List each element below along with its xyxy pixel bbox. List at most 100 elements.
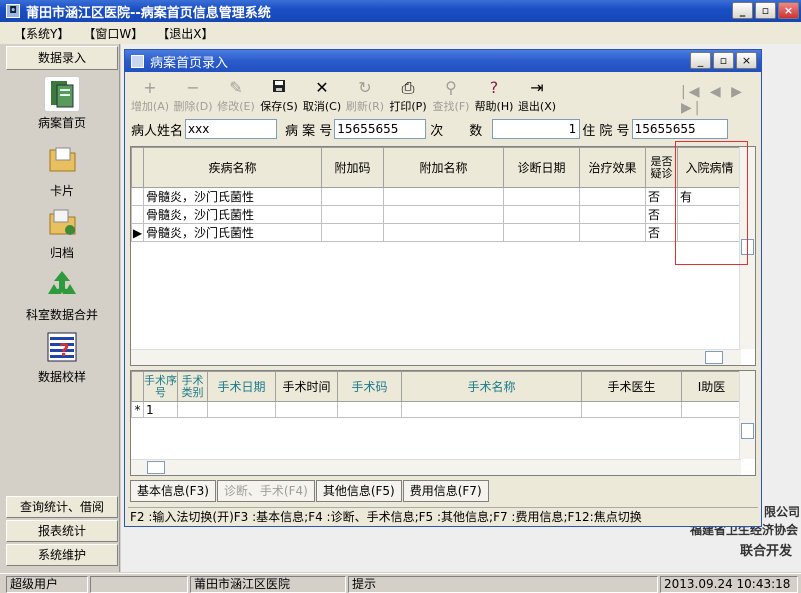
menu-exit[interactable]: 【退出X】 xyxy=(157,25,213,42)
diagnosis-horizontal-scrollbar[interactable] xyxy=(131,349,741,365)
print-button[interactable]: ⎙ 打印(P) xyxy=(387,78,429,114)
nav-label: 卡片 xyxy=(49,184,74,198)
cell-addon-name[interactable] xyxy=(383,223,504,242)
table-row[interactable]: 骨髓炎，沙门氏菌性 否 有 xyxy=(131,187,742,206)
refresh-button[interactable]: ↻ 刷新(R) xyxy=(344,78,386,114)
cell-seq[interactable]: 1 xyxy=(143,401,178,418)
system-maintenance-button[interactable]: 系统维护 xyxy=(6,544,118,566)
scroll-thumb[interactable] xyxy=(741,423,754,439)
child-maximize-button[interactable]: ▫ xyxy=(713,52,734,69)
cell-suspected[interactable]: 否 xyxy=(645,187,678,206)
cell-type[interactable] xyxy=(177,401,208,418)
scroll-thumb[interactable] xyxy=(147,461,165,474)
cell-surgeon[interactable] xyxy=(581,401,682,418)
cell-disease[interactable]: 骨髓炎，沙门氏菌性 xyxy=(143,187,322,206)
col-addon-name[interactable]: 附加名称 xyxy=(383,147,504,188)
table-row[interactable]: ▶ 骨髓炎，沙门氏菌性 否 xyxy=(131,223,742,242)
tab-fee-info[interactable]: 费用信息(F7) xyxy=(402,480,489,502)
hospital-no-input[interactable]: 15655655 xyxy=(631,119,728,139)
nav-item-data-check[interactable]: ? 数据校样 xyxy=(4,330,120,385)
col-assistant-1[interactable]: I助医 xyxy=(681,371,742,402)
record-entry-window: 病案首页录入 _ ▫ × + 增加(A) − 删除(D) ✎ 修改(E) 保存(S) … xyxy=(124,49,762,527)
edit-button[interactable]: ✎ 修改(E) xyxy=(215,78,257,114)
menu-system[interactable]: 【系统Y】 xyxy=(14,25,69,42)
nav-item-merge[interactable]: 科室数据合并 xyxy=(4,268,120,323)
tab-basic-info[interactable]: 基本信息(F3) xyxy=(130,480,216,502)
child-minimize-button[interactable]: _ xyxy=(690,52,711,69)
binoculars-icon: ⚲ xyxy=(445,78,457,97)
card-folder-icon xyxy=(44,144,80,180)
delete-button[interactable]: − 删除(D) xyxy=(172,78,214,114)
cell-assistant[interactable] xyxy=(681,401,742,418)
col-surgery-name[interactable]: 手术名称 xyxy=(401,371,582,402)
floppy-icon xyxy=(258,78,300,98)
col-surgery-code[interactable]: 手术码 xyxy=(337,371,402,402)
cell-addon-code[interactable] xyxy=(321,187,384,206)
col-addon-code[interactable]: 附加码 xyxy=(321,147,384,188)
cell-addon-name[interactable] xyxy=(383,187,504,206)
col-surgery-date[interactable]: 手术日期 xyxy=(207,371,276,402)
col-suspected[interactable]: 是否疑诊 xyxy=(645,147,678,188)
child-close-button[interactable]: × xyxy=(736,52,757,69)
close-button[interactable]: × xyxy=(778,2,799,19)
cell-suspected[interactable]: 否 xyxy=(645,205,678,224)
nav-item-archive[interactable]: 归档 xyxy=(4,206,120,261)
menu-window[interactable]: 【窗口W】 xyxy=(83,25,143,42)
nav-item-card[interactable]: 卡片 xyxy=(4,144,120,199)
cell-addon-code[interactable] xyxy=(321,205,384,224)
cell-date[interactable] xyxy=(207,401,276,418)
cell-effect[interactable] xyxy=(579,205,646,224)
cancel-label: 取消(C) xyxy=(302,100,342,113)
cell-addon-name[interactable] xyxy=(383,205,504,224)
col-surgery-type[interactable]: 手术类别 xyxy=(177,371,208,402)
minimize-button[interactable]: _ xyxy=(732,2,753,19)
app-titlebar: ◘ 莆田市涵江区医院--病案首页信息管理系统 _ ▫ × xyxy=(0,0,801,22)
cell-diag-date[interactable] xyxy=(503,223,580,242)
cell-disease[interactable]: 骨髓炎，沙门氏菌性 xyxy=(143,223,322,242)
cancel-button[interactable]: ✕ 取消(C) xyxy=(301,78,343,114)
query-stats-button[interactable]: 查询统计、借阅 xyxy=(6,496,118,518)
exit-button[interactable]: ⇥ 退出(X) xyxy=(516,78,558,114)
cell-code[interactable] xyxy=(337,401,402,418)
cell-suspected[interactable]: 否 xyxy=(645,223,678,242)
table-row[interactable]: 骨髓炎，沙门氏菌性 否 xyxy=(131,205,742,224)
find-button[interactable]: ⚲ 查找(F) xyxy=(430,78,472,114)
bottom-tabs: 基本信息(F3) 诊断、手术(F4) 其他信息(F5) 费用信息(F7) xyxy=(130,480,490,502)
report-stats-button[interactable]: 报表统计 xyxy=(6,520,118,542)
help-button[interactable]: ? 帮助(H) xyxy=(473,78,515,114)
printer-icon: ⎙ xyxy=(401,78,415,97)
status-hospital: 莆田市涵江区医院 xyxy=(190,576,346,593)
cell-diag-date[interactable] xyxy=(503,205,580,224)
col-surgery-seq[interactable]: 手术序号 xyxy=(143,371,178,402)
surgery-horizontal-scrollbar[interactable] xyxy=(131,459,741,475)
times-input[interactable]: 1 xyxy=(492,119,581,139)
left-panel-header[interactable]: 数据录入 xyxy=(6,46,118,70)
add-button[interactable]: + 增加(A) xyxy=(129,78,171,114)
cell-name[interactable] xyxy=(401,401,582,418)
case-no-label: 病 案 号 xyxy=(285,123,333,139)
cell-diag-date[interactable] xyxy=(503,187,580,206)
cell-time[interactable] xyxy=(275,401,338,418)
tab-diagnosis-surgery[interactable]: 诊断、手术(F4) xyxy=(216,480,315,502)
nav-item-medical-record[interactable]: 病案首页 xyxy=(4,76,120,131)
cell-disease[interactable]: 骨髓炎，沙门氏菌性 xyxy=(143,205,322,224)
table-row[interactable]: * 1 xyxy=(131,401,742,418)
col-surgery-time[interactable]: 手术时间 xyxy=(275,371,338,402)
save-button[interactable]: 保存(S) xyxy=(258,78,300,114)
scroll-thumb[interactable] xyxy=(705,351,723,364)
col-surgeon[interactable]: 手术医生 xyxy=(581,371,682,402)
status-empty xyxy=(90,576,188,593)
surgery-vertical-scrollbar[interactable] xyxy=(739,371,755,459)
col-diag-date[interactable]: 诊断日期 xyxy=(503,147,580,188)
tab-other-info[interactable]: 其他信息(F5) xyxy=(315,480,402,502)
maximize-button[interactable]: ▫ xyxy=(755,2,776,19)
patient-name-input[interactable]: xxx xyxy=(185,119,278,139)
col-disease-name[interactable]: 疾病名称 xyxy=(143,147,322,188)
cell-effect[interactable] xyxy=(579,223,646,242)
merge-recycle-icon xyxy=(44,268,80,304)
case-no-input[interactable]: 15655655 xyxy=(334,119,427,139)
record-navigation-arrows[interactable]: |◀ ◀ ▶ ▶| xyxy=(681,84,761,116)
cell-effect[interactable] xyxy=(579,187,646,206)
col-treatment-effect[interactable]: 治疗效果 xyxy=(579,147,646,188)
cell-addon-code[interactable] xyxy=(321,223,384,242)
